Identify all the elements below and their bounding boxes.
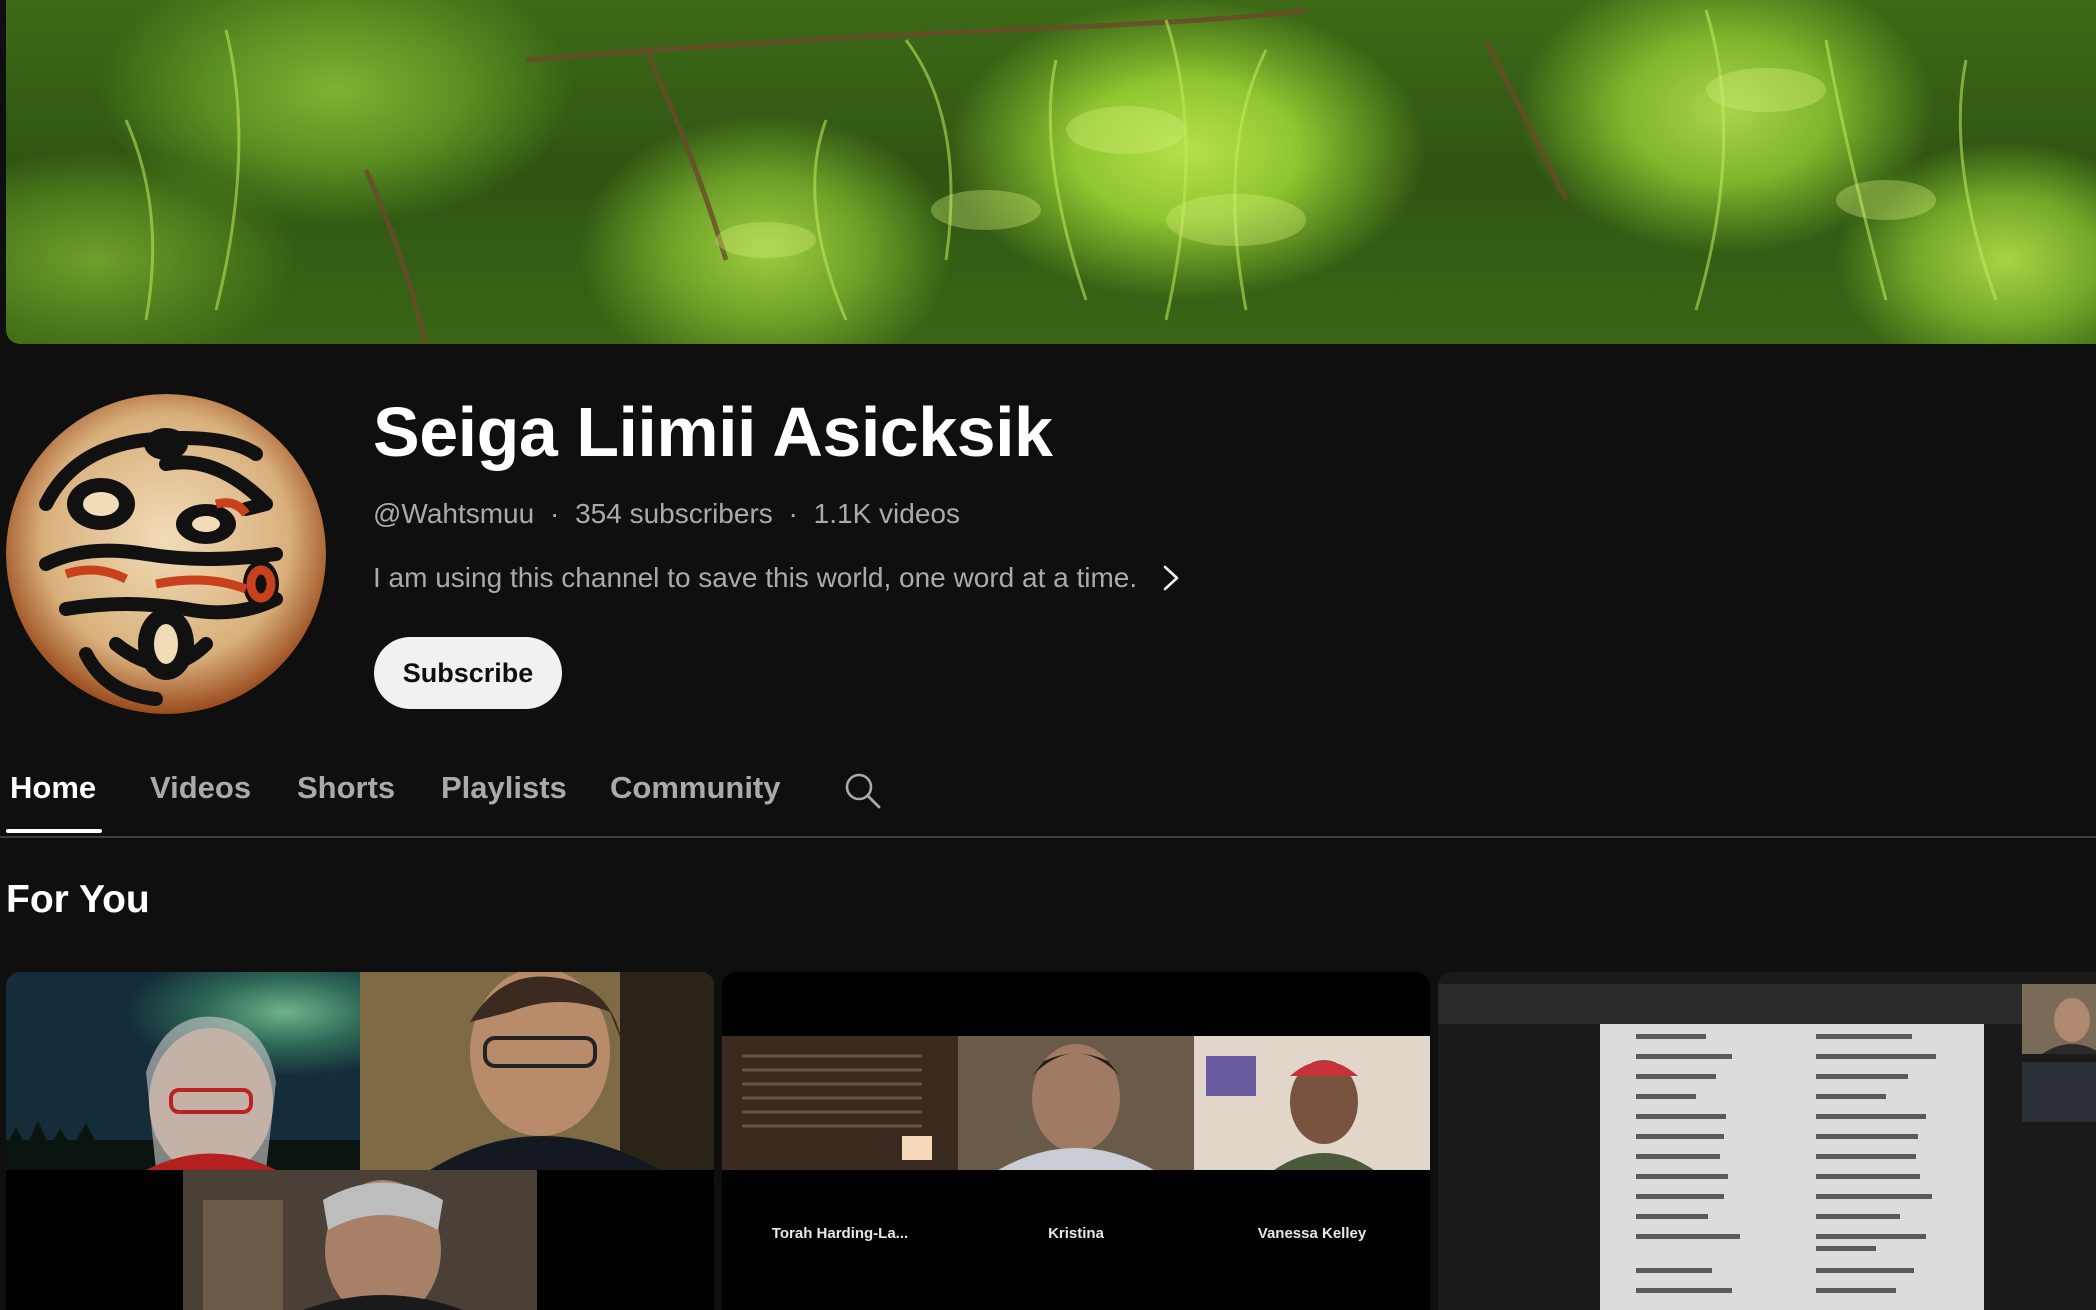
tab-community[interactable]: Community (610, 770, 781, 806)
tab-home[interactable]: Home (10, 770, 96, 806)
formline-bird-logo (6, 394, 326, 714)
video-thumbnail[interactable] (1438, 972, 2096, 1310)
channel-description-text: I am using this channel to save this wor… (373, 562, 1138, 593)
section-title: For You (6, 878, 150, 921)
tab-shorts[interactable]: Shorts (297, 770, 395, 806)
video-thumbnail[interactable] (6, 972, 714, 1310)
participant-tile (2022, 984, 2096, 1054)
channel-handle[interactable]: @Wahtsmuu (373, 498, 534, 529)
participant-tile (183, 1170, 537, 1310)
participant-tile (360, 972, 714, 1170)
video-thumbnail[interactable]: Torah Harding-La... Kristina Vanessa Kel… (722, 972, 1430, 1310)
channel-banner (6, 0, 2096, 344)
cedar-banner-image (124, 7, 1998, 344)
chevron-right-icon[interactable] (1159, 563, 1183, 593)
active-tab-indicator (6, 829, 102, 833)
participant-name: Vanessa Kelley (1257, 1225, 1367, 1242)
participant-tile (6, 972, 360, 1170)
participant-tile (1194, 1036, 1430, 1170)
video-count: 1.1K videos (813, 498, 960, 529)
channel-tabs: Home Videos Shorts Playlists Community (0, 760, 2096, 838)
tab-playlists[interactable]: Playlists (441, 770, 567, 806)
search-icon[interactable] (842, 770, 882, 810)
tab-videos[interactable]: Videos (150, 770, 251, 806)
meeting-toolbar (1438, 984, 2096, 1024)
participant-tile (2022, 1062, 2096, 1122)
participant-name: Torah Harding-La... (771, 1225, 909, 1242)
participant-tile (958, 1036, 1194, 1170)
channel-avatar[interactable] (6, 394, 326, 714)
channel-description[interactable]: I am using this channel to save this wor… (373, 562, 1183, 594)
channel-page: Seiga Liimii Asicksik @Wahtsmuu · 354 su… (0, 0, 2096, 1310)
shared-document (1600, 1024, 1984, 1310)
subscribe-button[interactable]: Subscribe (374, 637, 562, 709)
meta-separator: · (550, 498, 560, 529)
participant-tile (722, 1036, 958, 1170)
channel-title: Seiga Liimii Asicksik (373, 393, 1053, 471)
meta-separator: · (788, 498, 798, 529)
channel-meta: @Wahtsmuu · 354 subscribers · 1.1K video… (373, 498, 960, 530)
participant-name: Kristina (1048, 1225, 1104, 1242)
subscriber-count: 354 subscribers (575, 498, 773, 529)
